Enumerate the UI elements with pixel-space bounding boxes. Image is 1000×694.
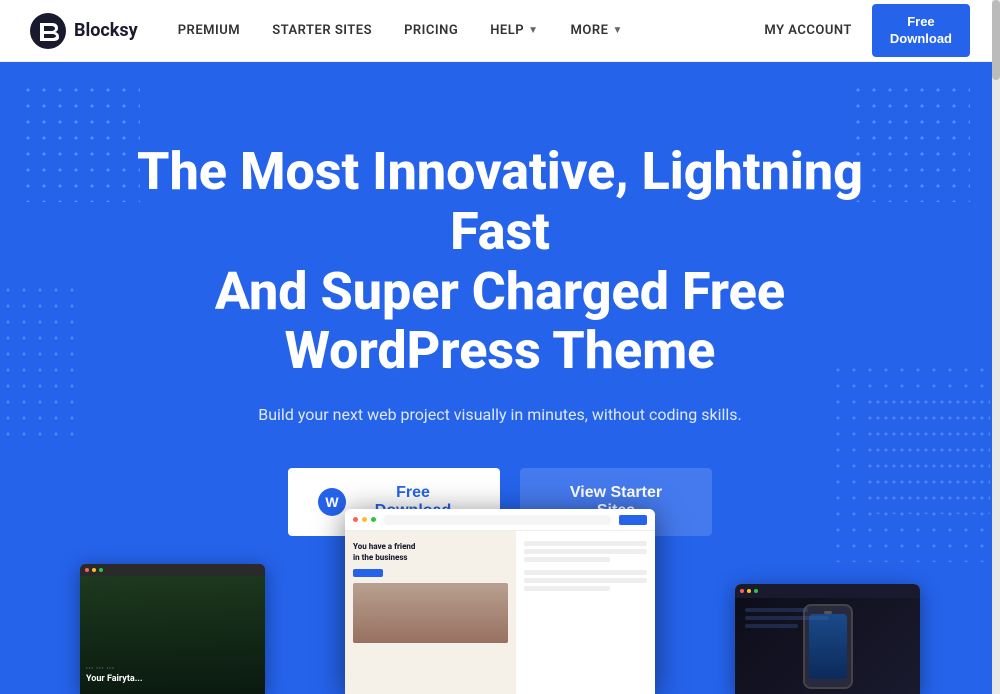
- dots-decoration-mid-left: [0, 282, 80, 442]
- help-dropdown-icon: ▼: [528, 25, 538, 36]
- nav-pricing[interactable]: PRICING: [404, 23, 458, 38]
- brand-name: Blocksy: [74, 20, 138, 41]
- scrollbar-thumb[interactable]: [992, 0, 1000, 80]
- more-dropdown-icon: ▼: [612, 25, 622, 36]
- dot-red: [85, 568, 89, 572]
- free-download-nav-button[interactable]: Free Download: [872, 4, 970, 58]
- logo-link[interactable]: Blocksy: [30, 13, 138, 49]
- sc-photo: [353, 583, 508, 643]
- screenshot-right-body: [735, 598, 920, 694]
- sr-dot-3: [754, 589, 758, 593]
- navbar: Blocksy PREMIUM STARTER SITES PRICING HE…: [0, 0, 1000, 62]
- sc-text-line-6: [524, 586, 610, 591]
- blocksy-logo-icon: [30, 13, 66, 49]
- navbar-right: MY ACCOUNT Free Download: [764, 4, 970, 58]
- preview-screenshots: ••• ••• ••• Your Fairyta... You have a f…: [80, 494, 920, 694]
- sc-text-block-2: [524, 570, 648, 591]
- sc-text-line-4: [524, 570, 648, 575]
- nav-starter-sites[interactable]: STARTER SITES: [272, 23, 372, 38]
- browser-dot-1: [353, 517, 358, 522]
- scrollbar[interactable]: [992, 0, 1000, 694]
- sr-dot-2: [747, 589, 751, 593]
- sc-content-col: You have a friend in the business: [345, 531, 516, 694]
- browser-dot-2: [362, 517, 367, 522]
- browser-dot-3: [371, 517, 376, 522]
- screenshot-fairytale: ••• ••• ••• Your Fairyta...: [80, 564, 265, 694]
- fairy-title: Your Fairyta...: [86, 674, 143, 686]
- browser-cta-button: [619, 515, 647, 525]
- fairy-tale-text-block: ••• ••• ••• Your Fairyta...: [86, 666, 143, 686]
- screenshot-right-chrome: [735, 584, 920, 598]
- sc-text-line-1: [524, 541, 648, 546]
- bg-line-3: [745, 624, 798, 628]
- screenshot-bizconsult: You have a friend in the business: [345, 509, 655, 694]
- nav-links: PREMIUM STARTER SITES PRICING HELP ▼ MOR…: [178, 23, 765, 38]
- screenshot-fairytale-inner: ••• ••• ••• Your Fairyta...: [80, 564, 265, 694]
- sc-people-image: [353, 583, 508, 643]
- screenshot-center-body: You have a friend in the business: [345, 531, 655, 694]
- sc-text-col: [516, 531, 656, 694]
- hero-subtitle: Build your next web project visually in …: [258, 405, 741, 424]
- nav-more[interactable]: MORE ▼: [571, 23, 623, 38]
- sc-text-line-3: [524, 557, 610, 562]
- bg-line-2: [745, 616, 829, 620]
- sr-dot-1: [740, 589, 744, 593]
- sc-explore-button: [353, 569, 383, 577]
- browser-url-bar: [384, 515, 611, 525]
- hero-title: The Most Innovative, Lightning Fast And …: [90, 142, 910, 381]
- screenshot-phone: [735, 584, 920, 694]
- nav-premium[interactable]: PREMIUM: [178, 23, 240, 38]
- sc-text-line-2: [524, 549, 648, 554]
- my-account-link[interactable]: MY ACCOUNT: [764, 23, 852, 38]
- dots-decoration-top-right: [850, 82, 970, 202]
- bg-line-1: [745, 608, 808, 612]
- dots-decoration-top-left: [20, 82, 140, 202]
- nav-help[interactable]: HELP ▼: [490, 23, 538, 38]
- sc-friend-heading: You have a friend in the business: [353, 541, 508, 563]
- sc-text-line-5: [524, 578, 648, 583]
- hero-section: The Most Innovative, Lightning Fast And …: [0, 62, 1000, 694]
- right-bg-text: [745, 608, 850, 684]
- dot-yellow: [92, 568, 96, 572]
- dot-green: [99, 568, 103, 572]
- screenshot-center-chrome: [345, 509, 655, 531]
- screenshot-left-body: ••• ••• ••• Your Fairyta...: [80, 576, 265, 694]
- screenshot-left-chrome: [80, 564, 265, 576]
- fairy-brand-bar: ••• ••• •••: [86, 666, 143, 672]
